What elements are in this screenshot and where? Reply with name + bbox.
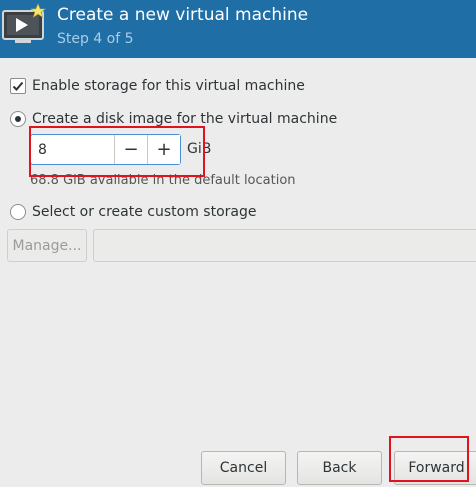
manage-button[interactable]: Manage... — [7, 229, 87, 262]
forward-button[interactable]: Forward — [394, 451, 476, 485]
wizard-header: Create a new virtual machine Step 4 of 5 — [0, 0, 476, 58]
disk-size-input[interactable] — [31, 135, 114, 164]
wizard-title: Create a new virtual machine — [57, 5, 309, 25]
decrement-button[interactable]: − — [114, 135, 147, 164]
enable-storage-checkbox[interactable] — [10, 78, 26, 94]
disk-size-unit: GiB — [187, 141, 212, 157]
checkmark-icon — [12, 81, 24, 91]
create-disk-row[interactable]: Create a disk image for the virtual mach… — [10, 111, 337, 127]
custom-storage-row[interactable]: Select or create custom storage — [10, 204, 257, 220]
enable-storage-label[interactable]: Enable storage for this virtual machine — [32, 78, 305, 94]
wizard-step: Step 4 of 5 — [57, 31, 134, 47]
custom-storage-path-field[interactable] — [93, 229, 476, 262]
back-button[interactable]: Back — [297, 451, 382, 485]
available-space-text: 68.8 GiB available in the default locati… — [30, 173, 296, 188]
radio-selected-dot — [15, 116, 21, 122]
disk-size-spinbutton[interactable]: − + — [30, 134, 181, 165]
custom-storage-label[interactable]: Select or create custom storage — [32, 204, 257, 220]
custom-storage-radio[interactable] — [10, 204, 26, 220]
create-disk-label[interactable]: Create a disk image for the virtual mach… — [32, 111, 337, 127]
virtual-machine-icon — [2, 3, 46, 43]
enable-storage-row[interactable]: Enable storage for this virtual machine — [10, 78, 305, 94]
increment-button[interactable]: + — [147, 135, 180, 164]
create-disk-radio[interactable] — [10, 111, 26, 127]
cancel-button[interactable]: Cancel — [201, 451, 286, 485]
